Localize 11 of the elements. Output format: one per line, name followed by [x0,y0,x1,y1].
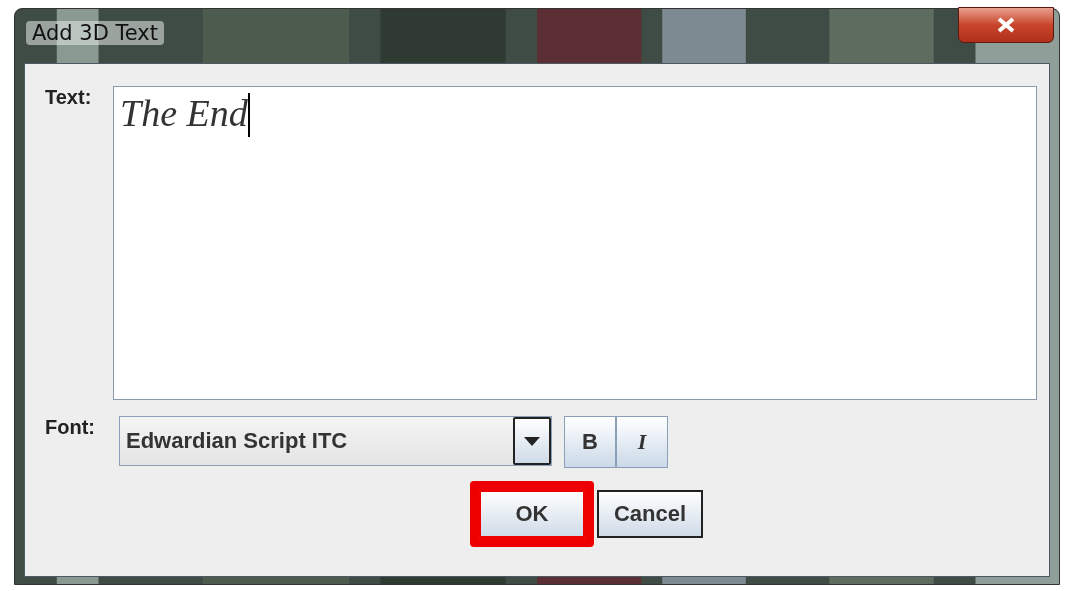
font-label: Font: [45,416,96,439]
cancel-button[interactable]: Cancel [597,490,703,538]
italic-button[interactable]: I [616,416,668,468]
text-label: Text: [45,86,93,110]
bold-button[interactable]: B [564,416,616,468]
close-button[interactable] [958,7,1054,43]
close-icon [996,17,1016,33]
font-dropdown[interactable]: Edwardian Script ITC [119,416,552,466]
caret-icon [524,436,540,446]
window-title: Add 3D Text [26,21,164,45]
text-area[interactable]: The End [113,86,1037,400]
